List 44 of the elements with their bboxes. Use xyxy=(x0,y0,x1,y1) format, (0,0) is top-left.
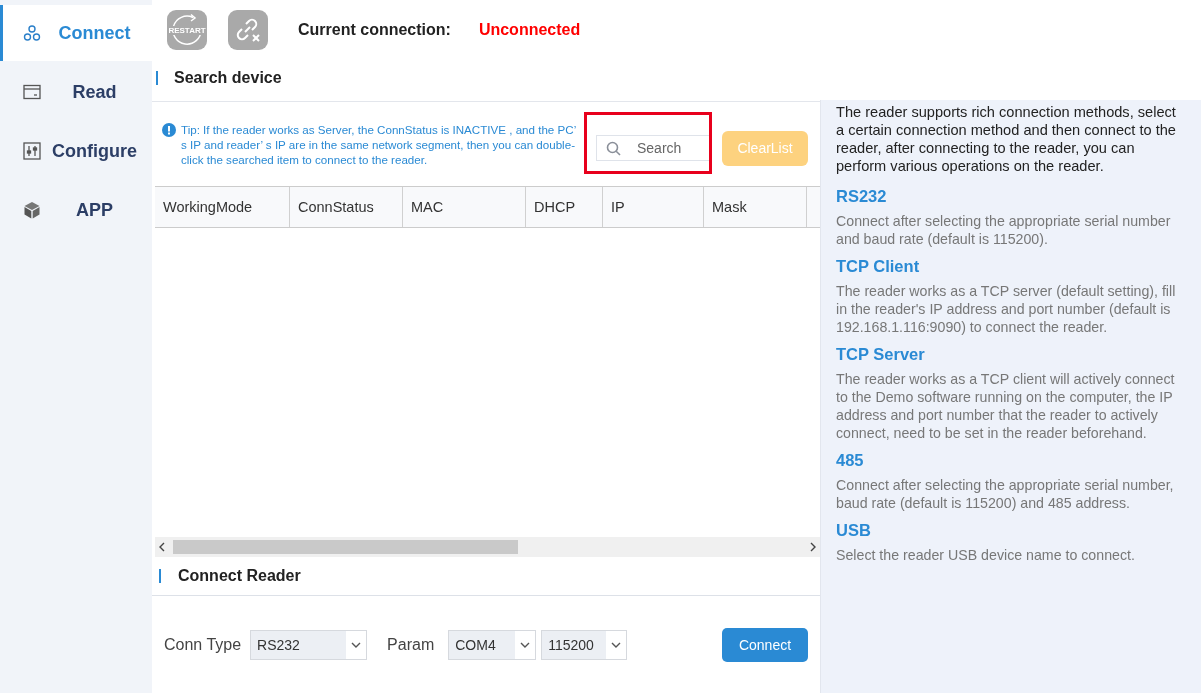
tip-text: Tip: If the reader works as Server, the ConnStatus is INACTIVE , and the PC’ s IP and reader’ s IP are in the same network segment, then you can double-click the searched item to connect to the reader. xyxy=(181,121,577,167)
field-label: Conn Type xyxy=(164,635,242,654)
intro-text: The reader supports rich connection methods, select a certain connection method and then connect to the reader, after connecting to the reader, you can perform various operations on the reader. xyxy=(836,103,1177,175)
caret-icon xyxy=(610,640,623,649)
method-description: Select the reader USB device name to connect. xyxy=(836,546,1136,564)
column-header[interactable]: MAC xyxy=(403,187,526,227)
dropdown[interactable]: COM4 xyxy=(448,629,537,660)
search-icon xyxy=(606,141,621,156)
field-label: Param xyxy=(387,635,435,654)
column-header[interactable]: ConnStatus xyxy=(290,187,403,227)
sidebar-tab[interactable]: Configure xyxy=(0,123,152,179)
method-title: USB xyxy=(836,521,872,540)
search-field[interactable]: Search xyxy=(596,135,712,161)
method-title: TCP Server xyxy=(836,345,926,364)
dropdown[interactable]: 115200 xyxy=(541,629,628,660)
card-icon xyxy=(23,84,41,100)
method-description: Connect after selecting the appropriate serial number and baud rate (default is 115200). xyxy=(836,212,1172,248)
method-description: Connect after selecting the appropriate serial number, baud rate (default is 115200) and 485 address. xyxy=(836,476,1175,512)
method-title: TCP Client xyxy=(836,257,921,276)
method-title: 485 xyxy=(836,451,865,470)
broken-link-icon xyxy=(234,16,262,44)
connection-status: Unconnected xyxy=(478,21,581,39)
connect-button[interactable]: Connect xyxy=(722,627,808,662)
section-title: Search device xyxy=(174,68,282,87)
sidebar-tab[interactable]: Connect xyxy=(0,5,152,61)
horizontal-scrollbar[interactable] xyxy=(155,537,820,557)
dropdown[interactable]: RS232 xyxy=(250,629,368,660)
method-description: The reader works as a TCP server (default setting), fill in the reader's IP address and port number (default is 192.168.1.116:9090) to connect the reader. xyxy=(836,282,1177,336)
connection-label: Current connection: xyxy=(298,21,451,39)
cube-icon xyxy=(23,201,41,219)
column-header[interactable]: Mask xyxy=(704,187,807,227)
method-description: The reader works as a TCP client will actively connect to the Demo software running on the computer, the IP address and port number that the reader to actively connect, need to be set in the reader beforehand. xyxy=(836,370,1176,442)
sliders-icon xyxy=(23,142,41,160)
sidebar-tab[interactable]: APP xyxy=(0,182,152,238)
method-title: RS232 xyxy=(836,187,888,206)
column-header[interactable]: WorkingMode xyxy=(155,187,290,227)
nodes-icon xyxy=(23,24,41,42)
caret-icon xyxy=(350,640,363,649)
column-header[interactable]: IP xyxy=(603,187,704,227)
info-icon xyxy=(162,122,176,137)
section-title: Connect Reader xyxy=(178,567,301,585)
sidebar-tab[interactable]: Read xyxy=(0,64,152,120)
caret-icon xyxy=(519,640,532,649)
column-header[interactable]: DHCP xyxy=(526,187,603,227)
